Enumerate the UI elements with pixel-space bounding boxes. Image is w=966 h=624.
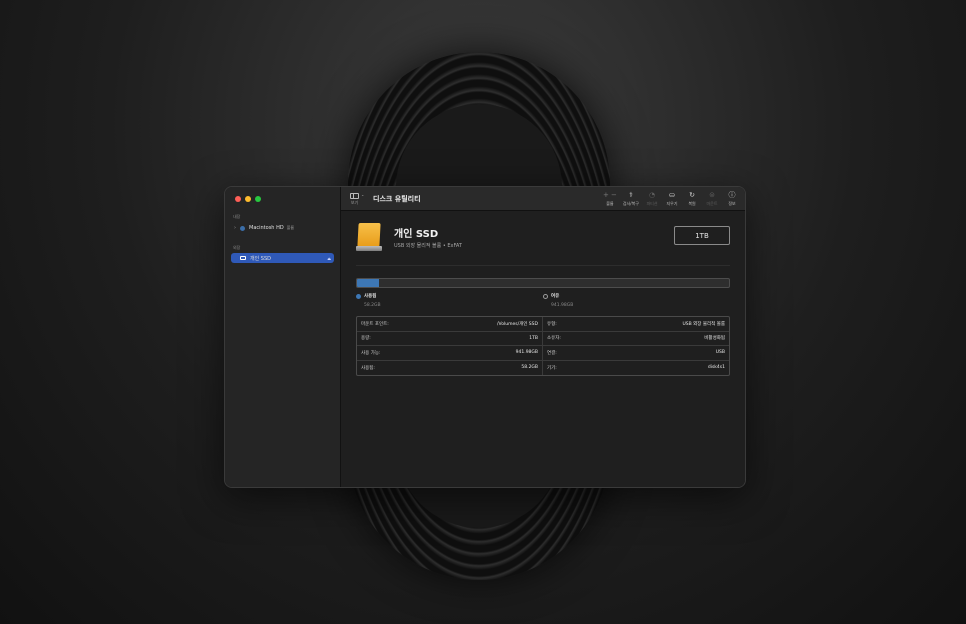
info-cell: 용량: 1TB [357,331,543,346]
info-cell: 사용됨: 58.2GB [357,360,543,375]
view-button-label: 보기 [350,200,359,205]
info-key: 사용 가능: [361,350,381,356]
info-value: 1TB [529,335,538,341]
chevron-down-icon[interactable]: ⌄ [361,192,364,197]
info-button[interactable]: ⓘ 정보 [725,191,739,207]
volume-button-label: 볼륨 [606,201,614,206]
mount-button-label: 마운트 [706,201,718,206]
info-key: 소유자: [547,336,561,342]
mount-button[interactable]: ⊜ 마운트 [705,191,719,207]
divider [356,265,730,266]
legend-used-value: 58.2GB [364,303,381,308]
first-aid-button-label: 검사/복구 [622,201,639,206]
toolbar-tools: + − 볼륨 ⚕ 검사/복구 ◔ 파티션 ⛀ 지우기 ↻ 복원 ⊜ 마운트 ⓘ … [603,191,739,207]
partition-button[interactable]: ◔ 파티션 [645,191,659,207]
external-drive-icon [356,223,382,251]
eject-icon[interactable]: ⏏ [327,256,331,261]
info-value: USB [715,350,725,356]
window-controls [235,196,334,202]
info-value: 941.98GB [515,350,538,356]
volume-subtitle: USB 외장 물리적 볼륨 • ExFAT [394,243,462,249]
info-key: 용량: [361,336,371,342]
legend-free-value: 941.98GB [551,303,574,308]
info-value: /Volumes/개인 SSD [496,321,538,327]
sidebar-item-personal-ssd[interactable]: 개인 SSD ⏏ [231,253,334,263]
info-cell: 사용 가능: 941.98GB [357,346,543,361]
info-key: 사용됨: [361,365,375,371]
info-value: 비활성화됨 [704,336,725,342]
info-button-label: 정보 [728,201,736,206]
info-cell: 연결: USB [543,346,729,361]
info-icon: ⓘ [728,191,736,199]
restore-button-label: 복원 [688,201,696,206]
info-value: 58.2GB [521,365,538,371]
plus-minus-icon: + − [602,191,617,199]
sidebar-item-label: 개인 SSD [250,255,271,262]
legend-free: 여유 941.98GB [543,293,730,308]
pie-chart-icon: ◔ [648,191,656,199]
erase-disk-icon: ⛀ [669,191,675,199]
partition-button-label: 파티션 [646,201,658,206]
volume-name: 개인 SSD [394,229,439,240]
close-button[interactable] [235,196,241,202]
legend-used-label: 사용됨 [364,294,377,299]
volume-size-badge: 1TB [674,226,730,245]
stethoscope-icon: ⚕ [629,191,633,199]
internal-disk-icon [240,225,245,231]
external-disk-icon [240,256,246,260]
sidebar-item-label: Macintosh HD [249,225,284,231]
usage-legend: 사용됨 58.2GB 여유 941.98GB [356,293,730,308]
info-cell: 마운트 포인트: /Volumes/개인 SSD [357,317,543,332]
info-cell: 유형: USB 외장 물리적 볼륨 [543,317,729,332]
volume-detail: 개인 SSD USB 외장 물리적 볼륨 • ExFAT 1TB 사용됨 58.… [341,211,745,376]
usage-bar [356,278,730,288]
sidebar-toggle-icon [350,193,359,199]
mount-icon: ⊜ [709,191,715,199]
usage-bar-used [357,279,379,287]
info-value: USB 외장 물리적 볼륨 [682,321,725,327]
info-cell: 기기: disk4s1 [543,361,729,376]
info-value: disk4s1 [707,365,725,371]
minimize-button[interactable] [245,196,251,202]
erase-button[interactable]: ⛀ 지우기 [665,191,679,207]
sidebar-item-macintosh-hd[interactable]: › Macintosh HD 볼륨 [231,223,334,233]
sidebar-section-internal: 내장 [233,214,241,219]
sidebar-section-external: 외장 [233,245,241,250]
info-key: 마운트 포인트: [361,321,389,327]
info-cell: 소유자: 비활성화됨 [543,332,729,346]
toolbar: 보기 ⌄ 디스크 유틸리티 + − 볼륨 ⚕ 검사/복구 ◔ 파티션 ⛀ 지우기… [341,187,745,211]
legend-free-label: 여유 [551,294,560,299]
sidebar-item-badge: 볼륨 [286,225,295,230]
app-title: 디스크 유틸리티 [373,195,421,203]
disk-utility-window: 내장 › Macintosh HD 볼륨 외장 개인 SSD ⏏ 보기 ⌄ 디스… [224,186,746,488]
info-key: 연결: [547,350,557,356]
erase-button-label: 지우기 [666,201,678,206]
view-button[interactable]: 보기 [350,193,359,206]
free-dot-icon [543,293,548,299]
legend-used: 사용됨 58.2GB [356,293,543,308]
info-table: 마운트 포인트: /Volumes/개인 SSD 유형: USB 외장 물리적 볼륨… [356,316,730,376]
restore-button[interactable]: ↻ 복원 [685,191,699,207]
used-dot-icon [356,293,361,299]
volume-button[interactable]: + − 볼륨 [603,191,617,207]
first-aid-button[interactable]: ⚕ 검사/복구 [623,191,639,207]
info-key: 유형: [547,321,557,327]
restore-icon: ↻ [689,191,695,199]
main-pane: 보기 ⌄ 디스크 유틸리티 + − 볼륨 ⚕ 검사/복구 ◔ 파티션 ⛀ 지우기… [341,187,745,487]
sidebar: 내장 › Macintosh HD 볼륨 외장 개인 SSD ⏏ [225,187,341,487]
zoom-button[interactable] [255,196,261,202]
info-key: 기기: [547,365,557,371]
